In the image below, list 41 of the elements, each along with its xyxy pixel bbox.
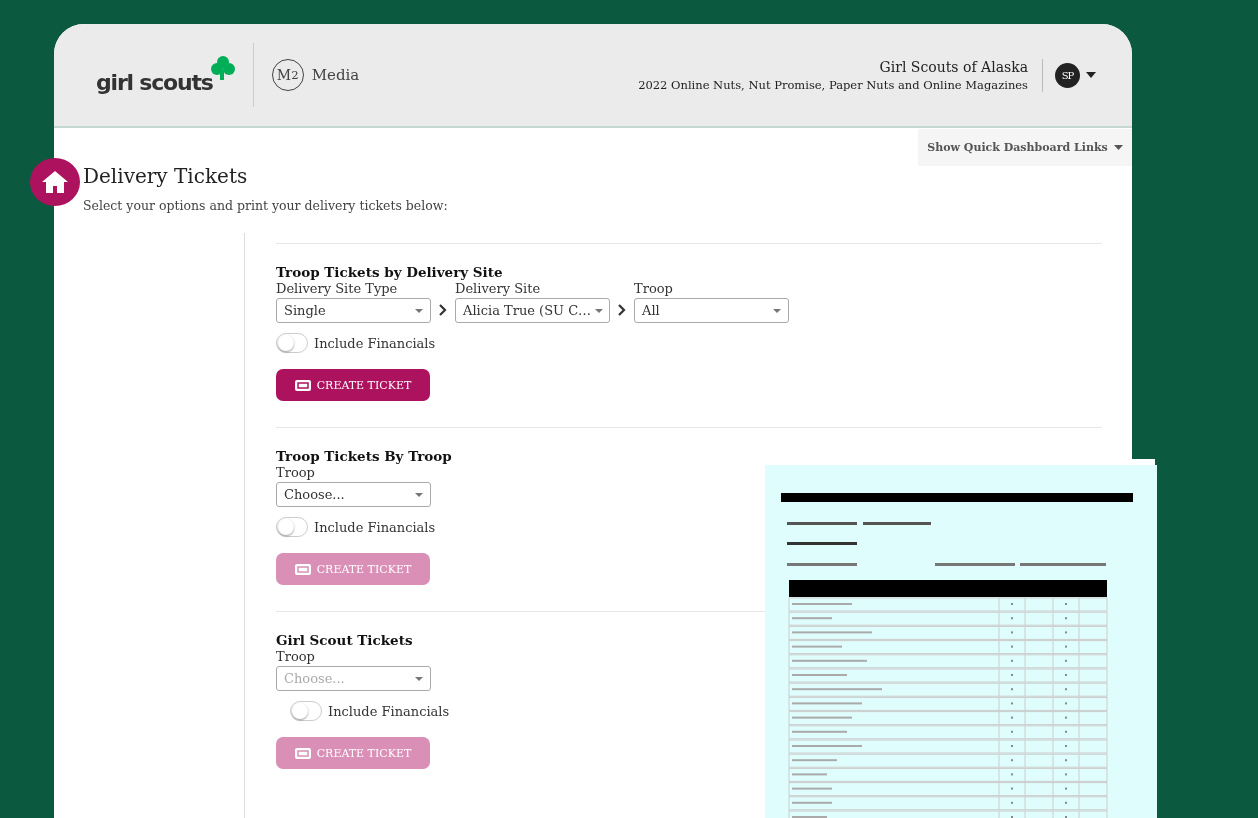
logo-text: girl scouts — [96, 69, 213, 95]
ticket-icon — [294, 747, 311, 759]
toggle-switch[interactable] — [276, 333, 308, 353]
field-label: Troop — [276, 649, 316, 664]
caret-icon[interactable] — [1086, 72, 1096, 78]
home-button[interactable] — [30, 158, 80, 206]
toggle-label: Include Financials — [314, 519, 436, 535]
section-title: Girl Scout Tickets — [276, 632, 414, 648]
dropdown[interactable]: Alicia True (SU C… — [455, 298, 610, 323]
dropdown[interactable]: Single — [276, 298, 431, 323]
caret-icon — [415, 308, 423, 313]
organization-name: Girl Scouts of Alaska — [878, 58, 1028, 75]
caret-icon — [1113, 145, 1123, 150]
home-icon — [41, 170, 69, 194]
dropdown[interactable]: All — [634, 298, 789, 323]
ticket-icon — [294, 379, 311, 391]
chevron-right-icon — [618, 304, 626, 316]
section-title: Troop Tickets By Troop — [276, 448, 453, 464]
quick-links-toggle[interactable]: Show Quick Dashboard Links — [918, 129, 1132, 166]
toggle-switch[interactable] — [276, 517, 308, 537]
caret-icon — [773, 308, 781, 313]
caret-icon — [415, 676, 423, 681]
caret-icon — [595, 308, 604, 313]
field-label: Troop — [634, 281, 674, 296]
user-avatar[interactable]: SP — [1055, 62, 1080, 88]
partner-name: Media — [311, 66, 360, 84]
toggle-label: Include Financials — [328, 703, 450, 719]
chevron-right-icon — [439, 304, 447, 316]
page-title: Delivery Tickets — [83, 164, 248, 188]
field-label: Delivery Site — [455, 281, 542, 296]
ticket-icon — [294, 563, 311, 575]
caret-icon — [415, 492, 423, 497]
toggle-switch[interactable] — [290, 701, 322, 721]
page-subtitle: Select your options and print your delivery tickets below: — [83, 198, 448, 213]
field-label: Delivery Site Type — [276, 281, 399, 296]
toggle-label: Include Financials — [314, 335, 436, 351]
campaign-name: 2022 Online Nuts, Nut Promise, Paper Nuts and Online Magazines — [638, 77, 1028, 92]
dropdown[interactable]: Choose... — [276, 482, 431, 507]
section-title: Troop Tickets by Delivery Site — [276, 264, 504, 280]
field-label: Troop — [276, 465, 316, 480]
create-ticket-button[interactable]: CREATE TICKET — [276, 369, 430, 401]
